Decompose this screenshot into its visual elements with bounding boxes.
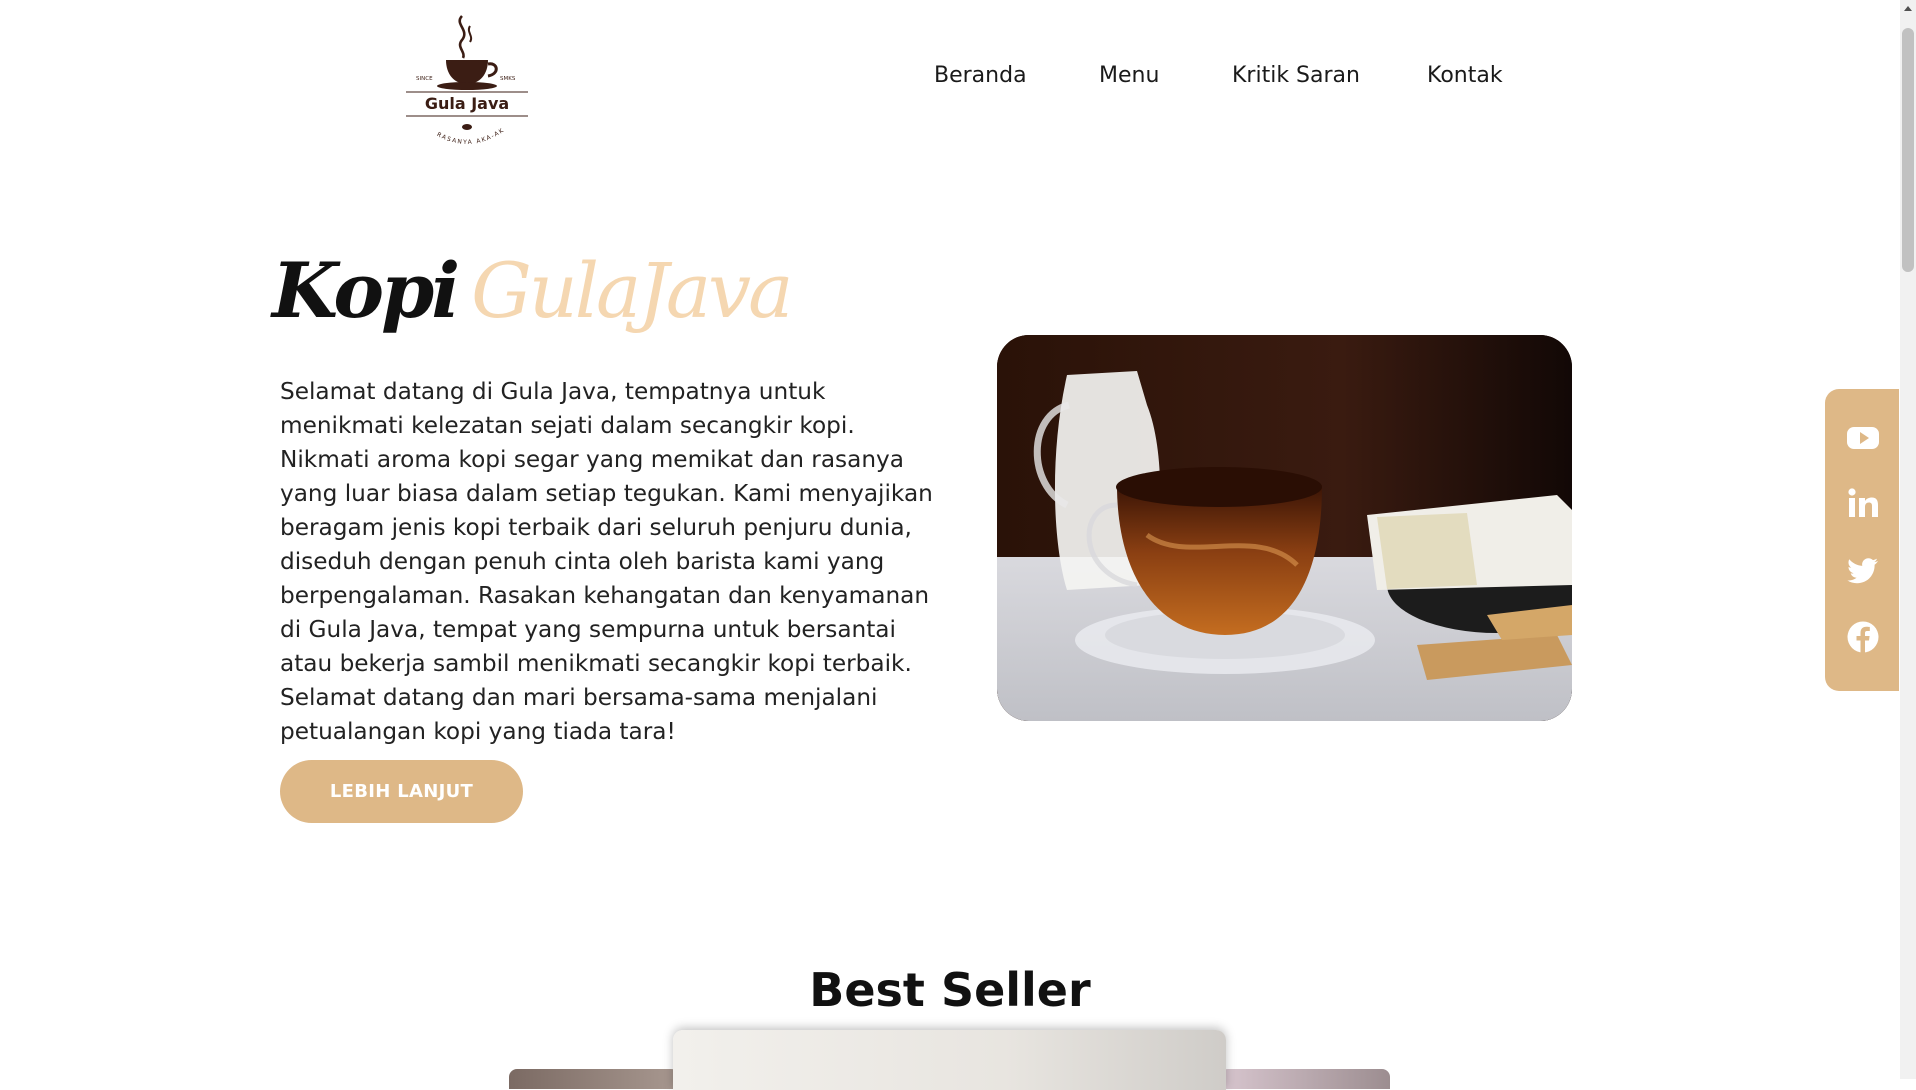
best-seller-title: Best Seller xyxy=(809,963,1091,1017)
hero-coffee-image xyxy=(997,335,1572,721)
twitter-icon[interactable] xyxy=(1846,554,1880,588)
nav-menu[interactable]: Menu xyxy=(1099,63,1159,88)
nav-kontak[interactable]: Kontak xyxy=(1427,63,1503,88)
coffee-photo-illustration xyxy=(997,335,1572,721)
scroll-up-arrow-icon[interactable] xyxy=(1904,6,1912,11)
best-seller-card-center[interactable] xyxy=(673,1030,1226,1090)
youtube-icon[interactable] xyxy=(1846,421,1880,455)
nav-kritik-saran[interactable]: Kritik Saran xyxy=(1232,63,1360,88)
best-seller-card-right[interactable] xyxy=(1220,1069,1390,1089)
nav-beranda[interactable]: Beranda xyxy=(934,63,1027,88)
learn-more-button[interactable]: LEBIH LANJUT xyxy=(280,760,523,823)
hero-title-word-2: GulaJava xyxy=(471,246,793,335)
best-seller-card-left[interactable] xyxy=(509,1069,679,1089)
hero-title: Kopi GulaJava xyxy=(272,246,793,356)
main-nav: Beranda Menu Kritik Saran Kontak xyxy=(0,63,1600,97)
social-links xyxy=(1825,389,1899,691)
hero-description: Selamat datang di Gula Java, tempatnya u… xyxy=(280,378,933,745)
linkedin-icon[interactable] xyxy=(1846,486,1880,520)
page-scrollbar[interactable] xyxy=(1900,0,1916,1079)
scrollbar-thumb[interactable] xyxy=(1902,28,1914,272)
hero-title-word-1: Kopi xyxy=(272,246,460,335)
facebook-icon[interactable] xyxy=(1846,620,1880,654)
